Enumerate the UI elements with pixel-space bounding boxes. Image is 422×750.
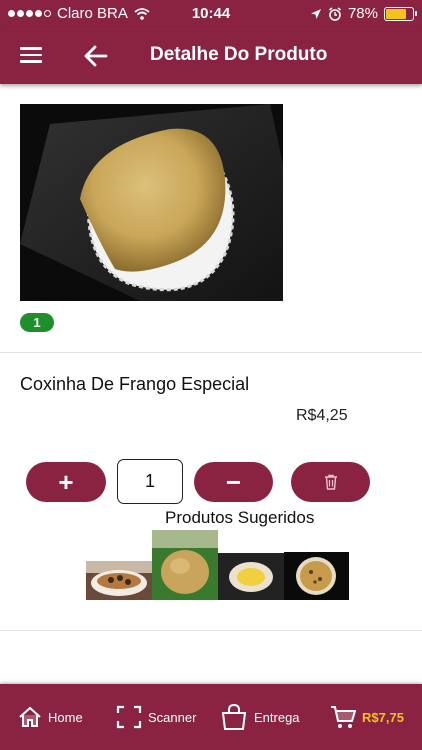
cart-total: R$7,75 xyxy=(362,709,404,725)
decrease-quantity-button[interactable]: − xyxy=(194,462,273,502)
home-icon xyxy=(19,706,41,727)
suggested-item-coxinha[interactable] xyxy=(152,530,218,600)
minus-label: − xyxy=(225,466,242,497)
product-image xyxy=(20,104,283,301)
divider xyxy=(0,352,422,353)
remove-item-button[interactable] xyxy=(291,462,370,502)
suggested-item-egg-tart[interactable] xyxy=(218,553,284,600)
divider xyxy=(0,630,422,631)
nav-scanner[interactable]: Scanner xyxy=(116,684,196,750)
location-arrow-icon xyxy=(310,8,321,19)
scanner-icon xyxy=(116,705,142,729)
nav-scanner-label: Scanner xyxy=(148,709,197,725)
battery-percent: 78% xyxy=(347,5,378,22)
product-name: Coxinha De Frango Especial xyxy=(20,374,250,394)
trash-icon xyxy=(324,474,337,490)
product-price: R$4,25 xyxy=(296,407,348,424)
arrow-left-icon[interactable] xyxy=(82,42,110,70)
nav-entrega-label: Entrega xyxy=(254,709,300,725)
quantity-input[interactable] xyxy=(117,459,183,504)
shopping-bag-icon xyxy=(221,703,247,730)
suggested-products-title: Produtos Sugeridos xyxy=(165,508,315,527)
status-bar: Claro BRA 10:44 78% xyxy=(0,0,422,28)
nav-cart[interactable]: R$7,75 xyxy=(330,684,404,750)
battery-icon xyxy=(384,6,417,21)
suggested-item-pudding[interactable] xyxy=(86,561,152,600)
nav-home-label: Home xyxy=(48,709,83,725)
hamburger-menu-icon[interactable] xyxy=(20,44,44,68)
cart-icon xyxy=(331,706,356,728)
bottom-nav: Home Scanner Entrega R$7,75 xyxy=(0,684,422,750)
page-title: Detalhe Do Produto xyxy=(150,44,328,65)
quantity-badge: 1 xyxy=(20,313,54,332)
battery-fill xyxy=(386,8,407,19)
app-header: Detalhe Do Produto xyxy=(0,28,422,84)
coxinha-photo xyxy=(20,104,283,301)
alarm-icon xyxy=(328,6,341,21)
plus-label: + xyxy=(58,466,74,497)
increase-quantity-button[interactable]: + xyxy=(26,462,106,502)
nav-entrega[interactable]: Entrega xyxy=(220,684,300,750)
nav-home[interactable]: Home xyxy=(18,684,83,750)
suggested-item-muffin[interactable] xyxy=(284,552,349,600)
status-right: 78% xyxy=(310,5,417,22)
